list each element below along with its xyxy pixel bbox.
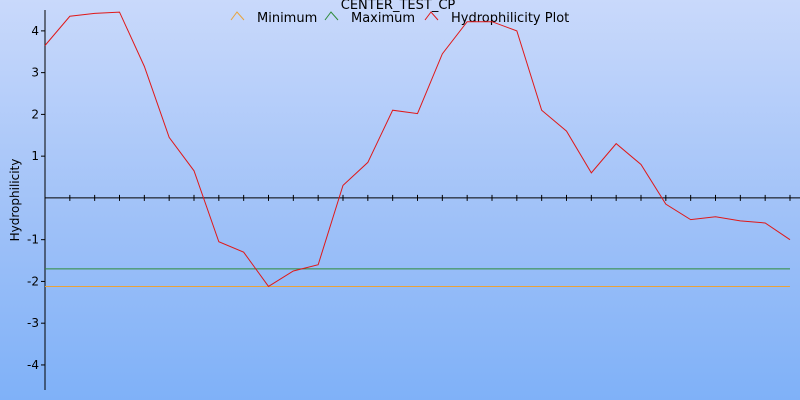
hydrophilicity-chart: CENTER_TEST_CP Minimum Maximum Hydrophil…: [8, 0, 800, 390]
y-tick-label: 3: [31, 66, 39, 80]
series-line-hydrophilicity-plot: [44, 11, 791, 288]
legend-item-maximum: Maximum: [324, 11, 415, 26]
legend-label-maximum: Maximum: [351, 11, 415, 26]
y-tick-label: -2: [27, 274, 39, 288]
y-tick-label: 1: [31, 149, 39, 163]
y-axis-label: Hydrophilicity: [8, 159, 22, 242]
legend: Minimum Maximum Hydrophilicity Plot: [230, 11, 569, 26]
chart-container: CENTER_TEST_CP Minimum Maximum Hydrophil…: [0, 0, 800, 400]
axes: 4 3 2 1 -1 -2 -3 -4: [27, 10, 800, 390]
legend-swatch-maximum: [324, 11, 339, 21]
series-layer: [44, 11, 791, 288]
legend-label-minimum: Minimum: [257, 11, 317, 26]
legend-item-minimum: Minimum: [230, 11, 317, 26]
y-tick-label: -1: [27, 233, 39, 247]
legend-swatch-hydrophilicity-plot: [424, 11, 439, 21]
y-tick-label: -3: [27, 316, 39, 330]
y-tick-label: -4: [27, 358, 39, 372]
legend-swatch-minimum: [230, 11, 245, 21]
legend-label-hydrophilicity-plot: Hydrophilicity Plot: [451, 11, 569, 26]
y-tick-label: 2: [31, 107, 39, 121]
y-tick-label: 4: [31, 24, 39, 38]
